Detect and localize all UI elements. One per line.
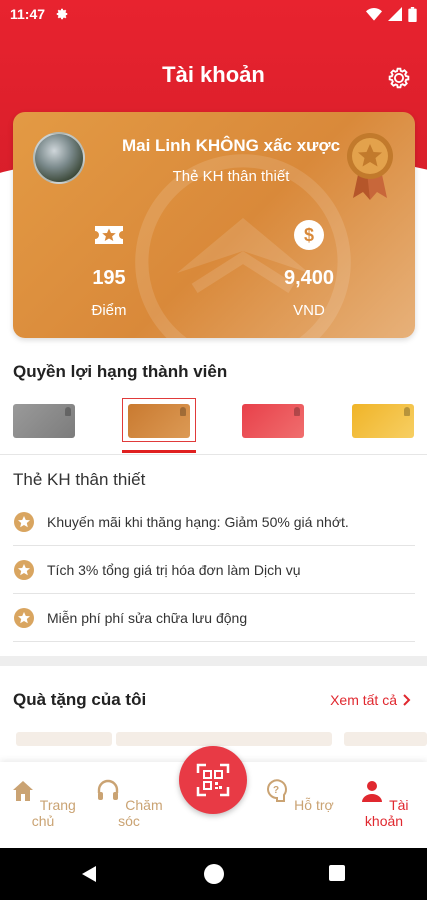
section-separator xyxy=(0,656,427,666)
balance-value: 9,400 xyxy=(283,267,335,289)
gift-card[interactable] xyxy=(344,732,427,746)
wifi-icon xyxy=(366,8,382,21)
gift-card[interactable] xyxy=(116,732,332,746)
star-badge-icon xyxy=(14,559,34,580)
my-gifts-heading: Quà tặng của tôi xyxy=(13,690,147,709)
nav-home-label: Trang chủ xyxy=(31,797,76,829)
list-item: Tích 3% tổng giá trị hóa đơn làm Dịch vụ xyxy=(13,546,415,594)
ticket-star-icon xyxy=(95,226,123,244)
star-badge-icon xyxy=(14,511,34,532)
see-all-label: Xem tất cả xyxy=(330,692,397,708)
battery-icon xyxy=(408,6,417,22)
system-navigation-bar xyxy=(0,848,427,900)
nav-help[interactable]: ? Hỗ trợ xyxy=(256,778,342,813)
signal-icon xyxy=(388,7,402,21)
status-bar: 11:47 xyxy=(0,0,427,28)
member-tier-label: Thẻ KH thân thiết xyxy=(172,168,290,185)
dollar-coin-icon: $ xyxy=(294,220,324,250)
benefit-text: Khuyến mãi khi thăng hạng: Giảm 50% giá … xyxy=(47,513,349,530)
balance-currency: VND xyxy=(293,302,325,319)
avatar[interactable] xyxy=(33,132,85,184)
see-all-link[interactable]: Xem tất cả xyxy=(330,692,411,708)
headset-icon xyxy=(98,779,119,800)
chevron-right-icon xyxy=(403,694,411,706)
tier-card-yellow[interactable] xyxy=(352,404,414,438)
tier-selector xyxy=(0,398,427,454)
nav-help-label: Hỗ trợ xyxy=(294,797,334,813)
nav-account[interactable]: Tài khoản xyxy=(341,778,427,829)
points-label: Điểm xyxy=(91,302,127,319)
divider xyxy=(0,454,427,455)
list-item: Miễn phí phí sửa chữa lưu động xyxy=(13,594,415,642)
membership-benefits-heading: Quyền lợi hạng thành viên xyxy=(13,362,228,381)
nav-home[interactable]: Trang chủ xyxy=(0,778,86,829)
svg-text:$: $ xyxy=(304,225,314,245)
qr-scan-icon xyxy=(196,763,230,797)
nav-care-label: Chăm sóc xyxy=(118,797,163,829)
nav-care[interactable]: Chăm sóc xyxy=(86,778,172,829)
medal-icon xyxy=(347,133,393,200)
gift-carousel[interactable] xyxy=(0,732,427,746)
points-value: 195 xyxy=(92,267,126,289)
tier-card-gold[interactable] xyxy=(128,404,190,438)
list-item: Khuyến mãi khi thăng hạng: Giảm 50% giá … xyxy=(13,498,415,546)
benefit-text: Tích 3% tổng giá trị hóa đơn làm Dịch vụ xyxy=(47,561,301,578)
star-badge-icon xyxy=(14,607,34,628)
recent-apps-icon[interactable] xyxy=(329,865,345,881)
status-time: 11:47 xyxy=(10,6,46,22)
benefit-list: Khuyến mãi khi thăng hạng: Giảm 50% giá … xyxy=(13,498,415,642)
tier-selected-underline xyxy=(122,450,196,453)
user-icon xyxy=(362,781,383,802)
settings-icon[interactable] xyxy=(385,64,413,92)
points-stat: 195 Điểm xyxy=(49,218,169,319)
tier-card-red[interactable] xyxy=(242,404,304,438)
gift-card[interactable] xyxy=(16,732,112,746)
settings-gear-small-icon xyxy=(56,8,68,20)
balance-stat: $ 9,400 VND xyxy=(249,218,369,319)
svg-text:?: ? xyxy=(273,785,279,796)
page-title: Tài khoản xyxy=(162,62,265,87)
membership-card: Mai Linh KHÔNG xấc xược Thẻ KH thân thiế… xyxy=(13,112,415,338)
tier-card-silver[interactable] xyxy=(13,404,75,438)
benefit-text: Miễn phí phí sửa chữa lưu động xyxy=(47,609,248,626)
home-icon xyxy=(13,781,34,801)
home-button-icon[interactable] xyxy=(204,864,224,884)
back-icon[interactable] xyxy=(80,865,98,883)
user-name: Mai Linh KHÔNG xấc xược xyxy=(121,136,341,155)
qr-scan-button[interactable] xyxy=(179,746,247,814)
benefit-tier-title: Thẻ KH thân thiết xyxy=(13,470,146,489)
help-icon: ? xyxy=(267,779,288,802)
